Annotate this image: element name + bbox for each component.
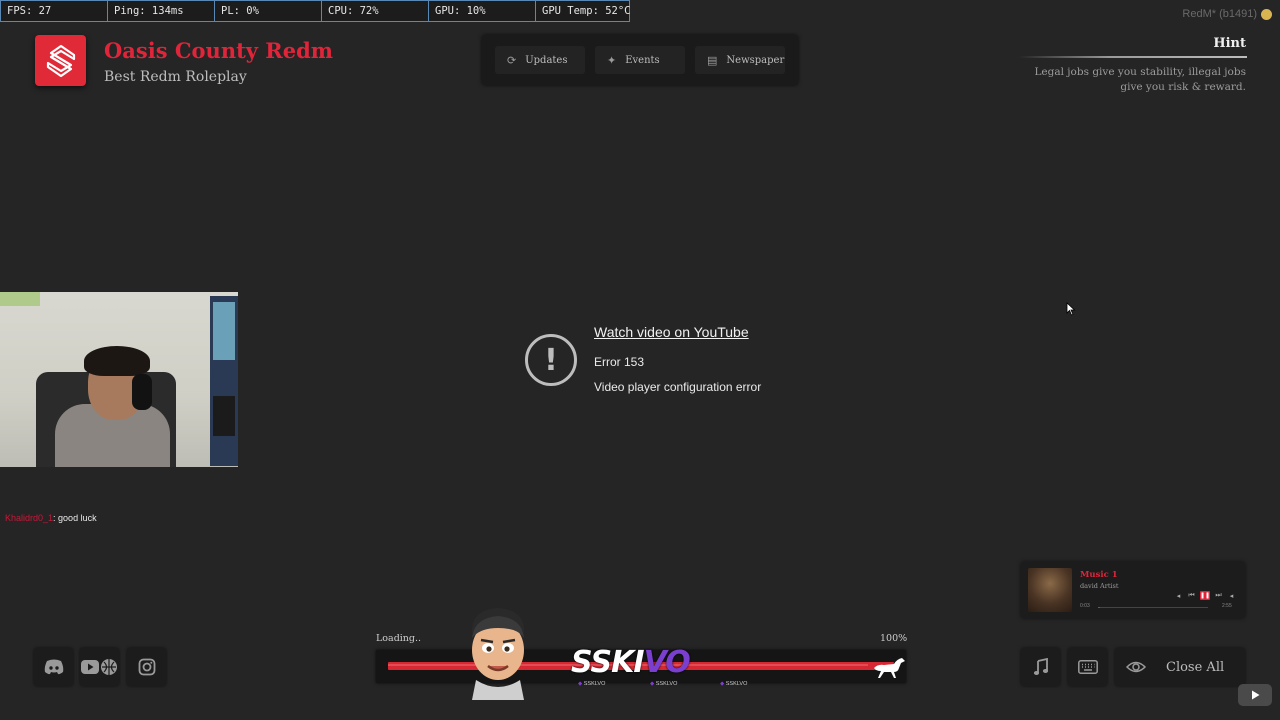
sparkle-icon: ✦ <box>607 53 617 67</box>
events-button[interactable]: ✦ Events <box>595 46 685 74</box>
server-logo <box>35 35 86 86</box>
performance-stats-bar: FPS: 27 Ping: 134ms PL: 0% CPU: 72% GPU:… <box>0 0 631 22</box>
updates-button[interactable]: ⟳ Updates <box>495 46 585 74</box>
instagram-icon <box>138 658 155 676</box>
wordmark-main: SSKI <box>571 645 645 680</box>
newspaper-icon: ▤ <box>707 53 718 67</box>
error-code: Error 153 <box>594 355 645 369</box>
exclamation-icon: ! <box>525 334 577 386</box>
music-player: Music 1 david Artist ◂ ⏮ ❚❚ ⏭ ◂ 0:03 2:5… <box>1021 562 1245 618</box>
album-art <box>1028 568 1072 612</box>
loading-label: Loading.. <box>376 633 422 644</box>
eye-icon <box>1126 661 1146 673</box>
cpu-stat: CPU: 72% <box>322 1 429 21</box>
sub-tag: SSKLVO <box>578 681 606 687</box>
chat-text: : good luck <box>53 513 97 523</box>
webcam-plant <box>0 292 40 306</box>
hint-text: Legal jobs give you stability, illegal j… <box>1034 66 1246 93</box>
music-controls: ◂ ⏮ ❚❚ ⏭ ◂ <box>1174 591 1236 600</box>
mouse-cursor-icon <box>1066 302 1076 316</box>
track-title: Music 1 <box>1080 570 1118 580</box>
track-progress-bar[interactable] <box>1098 607 1208 608</box>
keyboard-button[interactable] <box>1068 648 1107 686</box>
logo-mark-icon <box>46 44 75 77</box>
close-all-label: Close All <box>1166 659 1225 675</box>
build-label: RedM* (b1491) <box>1182 8 1257 20</box>
track-current-time: 0:03 <box>1080 603 1090 609</box>
track-total-time: 2:55 <box>1222 603 1232 609</box>
build-status-icon <box>1261 8 1272 20</box>
newspaper-label: Newspaper <box>726 54 785 66</box>
discord-button[interactable] <box>34 648 73 686</box>
chat-username: Khalidrd0_1 <box>5 513 54 523</box>
build-tag: RedM* (b1491) <box>1182 8 1272 20</box>
horse-icon <box>874 658 905 678</box>
packet-loss-stat: PL: 0% <box>215 1 322 21</box>
updates-label: Updates <box>525 54 568 66</box>
play-icon <box>1252 690 1260 700</box>
close-all-button[interactable]: Close All <box>1115 648 1245 686</box>
track-progress-fill <box>1098 607 1101 608</box>
sub-tag: SSKLVO <box>650 681 678 687</box>
ping-stat: Ping: 134ms <box>108 1 215 21</box>
top-nav: ⟳ Updates ✦ Events ▤ Newspaper <box>482 35 798 85</box>
gpu-stat: GPU: 10% <box>429 1 536 21</box>
keyboard-icon <box>1077 660 1098 674</box>
previous-track-icon[interactable]: ⏮ <box>1187 591 1196 600</box>
headset-icon <box>132 374 152 410</box>
music-note-icon <box>1033 658 1048 675</box>
pause-icon[interactable]: ❚❚ <box>1200 591 1210 600</box>
hint-title: Hint <box>1213 36 1246 51</box>
loading-percent: 100% <box>880 633 908 644</box>
refresh-icon: ⟳ <box>507 53 517 67</box>
next-track-icon[interactable]: ⏭ <box>1214 591 1223 600</box>
hint-divider <box>1019 56 1247 58</box>
youtube-web-button[interactable] <box>80 648 119 686</box>
track-artist: david Artist <box>1080 582 1119 590</box>
server-subtitle: Best Redm Roleplay <box>104 69 247 85</box>
chat-message: Khalidrd0_1: good luck <box>5 513 97 523</box>
fps-stat: FPS: 27 <box>1 1 108 21</box>
sub-tag: SSKLVO <box>720 681 748 687</box>
webcam-shelf <box>210 296 238 466</box>
music-toggle-button[interactable] <box>1021 648 1060 686</box>
volume-down-icon[interactable]: ◂ <box>1174 592 1183 600</box>
video-error-panel: ! Watch video on YouTube Error 153 Video… <box>525 323 825 403</box>
error-message: Video player configuration error <box>594 380 762 394</box>
newspaper-button[interactable]: ▤ Newspaper <box>695 46 785 74</box>
instagram-button[interactable] <box>127 648 166 686</box>
webcam-person-hair <box>84 346 150 376</box>
watch-on-youtube-link[interactable]: Watch video on YouTube <box>594 324 749 340</box>
gpu-temp-stat: GPU Temp: 52°C <box>542 5 631 17</box>
discord-icon <box>44 659 63 675</box>
wordmark-accent: VO <box>643 645 691 680</box>
youtube-globe-icon <box>80 659 117 675</box>
webcam-feed <box>0 292 238 467</box>
server-title: Oasis County Redm <box>104 38 334 63</box>
streamer-wordmark: SSKIVO <box>571 645 691 680</box>
events-label: Events <box>625 54 660 66</box>
volume-up-icon[interactable]: ◂ <box>1227 592 1236 600</box>
youtube-play-button[interactable] <box>1238 684 1272 706</box>
streamer-avatar <box>471 608 525 700</box>
